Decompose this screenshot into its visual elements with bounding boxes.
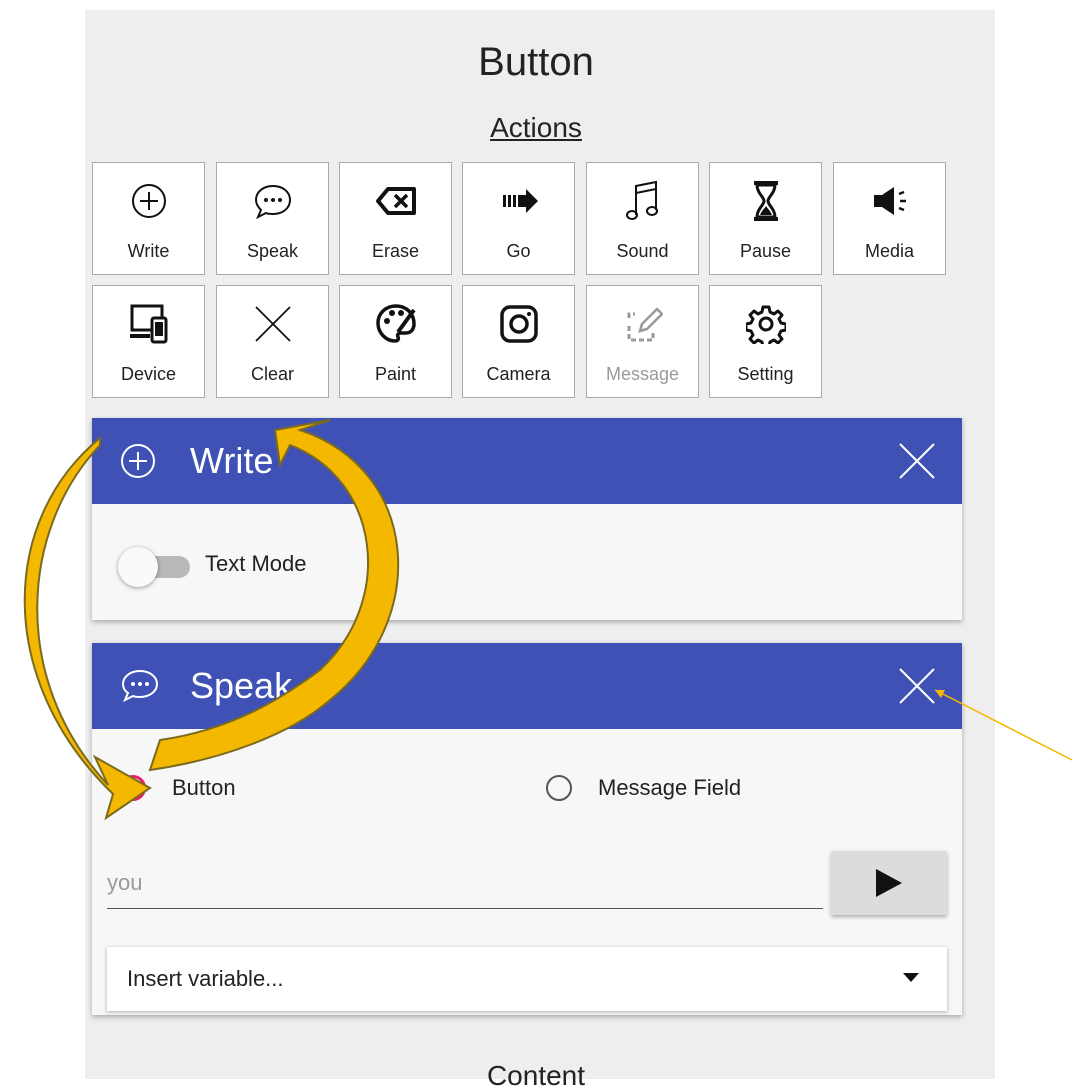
annotation-arrow-right <box>148 419 400 772</box>
annotation-arrow-left <box>23 435 152 821</box>
annotation-pointer-line <box>934 689 1072 761</box>
annotation-overlay <box>23 419 1072 821</box>
